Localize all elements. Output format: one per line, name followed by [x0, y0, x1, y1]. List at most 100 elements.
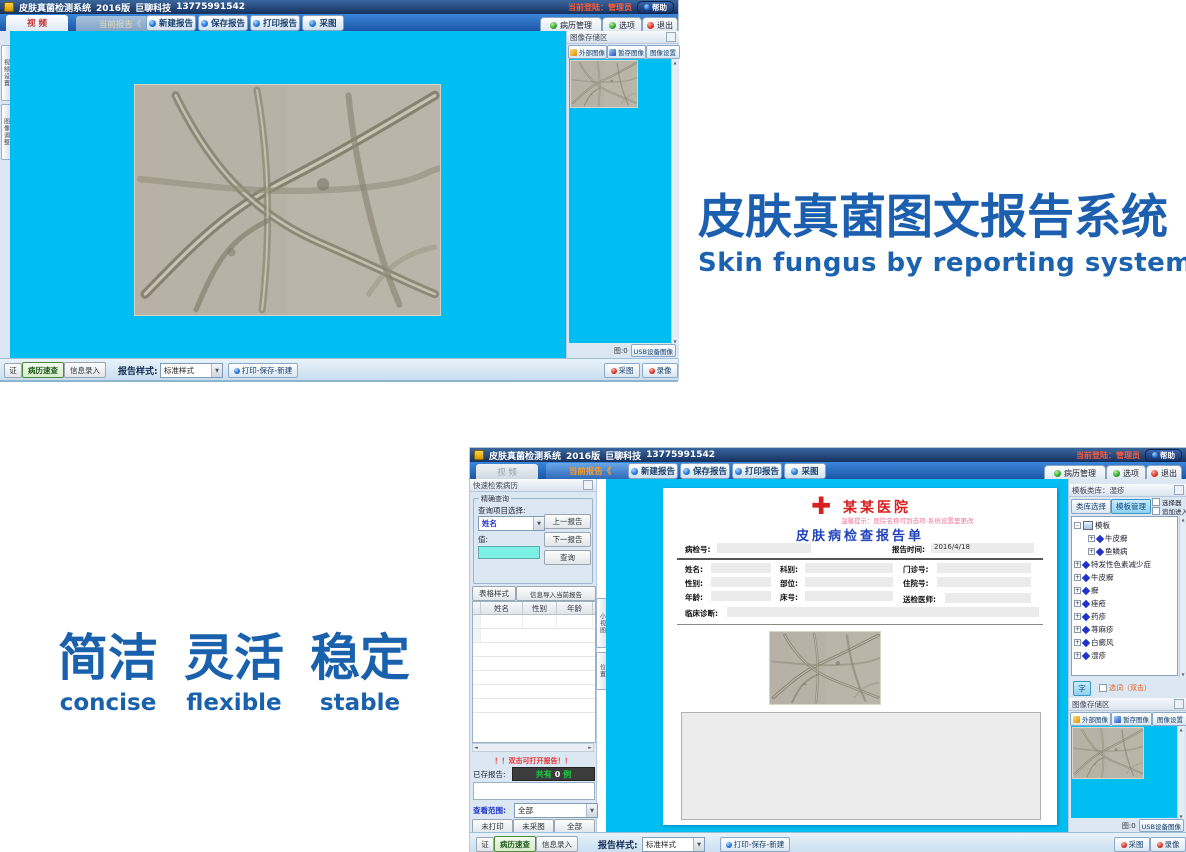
query-field-select[interactable]: 姓名▼ [478, 516, 545, 531]
tree-item[interactable]: +牛皮癣 [1072, 532, 1177, 545]
tree-expand-icon[interactable]: + [1074, 587, 1081, 594]
table-row[interactable] [473, 643, 595, 657]
tree-item[interactable]: +痤疮 [1072, 597, 1177, 610]
capture-button[interactable]: 采图 [302, 15, 344, 31]
table-row[interactable] [473, 685, 595, 699]
tree-expand-icon[interactable]: + [1074, 574, 1081, 581]
tree-item[interactable]: +湿疹 [1072, 649, 1177, 662]
print-report-button[interactable]: 打印报告 [732, 463, 782, 479]
tree-item[interactable]: +鱼鳞病 [1072, 545, 1177, 558]
table-hscrollbar[interactable]: ◄► [472, 743, 594, 752]
info-entry-button[interactable]: 信息录入 [536, 836, 578, 852]
next-report-button[interactable]: 下一报告 [544, 532, 591, 547]
record-video-button[interactable]: 录像 [1150, 837, 1186, 852]
save-report-button[interactable]: 保存报告 [680, 463, 730, 479]
tree-scrollbar[interactable]: ▲▼ [1179, 516, 1186, 678]
view-range-select[interactable]: 全部▼ [514, 803, 598, 818]
chevron-down-icon[interactable]: ▼ [211, 364, 222, 377]
tab-exit[interactable]: 退出 [1146, 465, 1182, 480]
tree-root[interactable]: -模板 [1072, 519, 1177, 532]
checkbox-icon[interactable] [1152, 507, 1160, 515]
tree-expand-icon[interactable]: + [1088, 548, 1095, 555]
new-report-button[interactable]: 新建报告 [628, 463, 678, 479]
tab-video[interactable]: 视 频 [476, 464, 538, 479]
library-select-button[interactable]: 类库选择 [1071, 499, 1111, 514]
quick-search-button[interactable]: 病历速查 [494, 836, 536, 852]
checkbox-icon[interactable] [1099, 684, 1107, 692]
temp-image-button[interactable]: 暂存图像 [607, 45, 646, 59]
external-image-button[interactable]: 外部图像 [1070, 712, 1111, 726]
new-report-button[interactable]: 新建报告 [146, 15, 196, 31]
print-save-new-button[interactable]: 打印-保存-新建 [720, 837, 790, 852]
import-to-report-button[interactable]: 信息导入当前报告 [516, 586, 596, 601]
report-time-field[interactable]: 2016/4/18 [931, 543, 1034, 553]
doctor-field[interactable] [945, 593, 1031, 603]
cert-button[interactable]: 证 [476, 837, 494, 852]
print-report-button[interactable]: 打印报告 [250, 15, 300, 31]
tree-expand-icon[interactable]: + [1074, 639, 1081, 646]
pick-word-checkbox[interactable]: 选词（双击） [1099, 683, 1151, 693]
tab-records-management[interactable]: 病历管理 [540, 17, 602, 32]
search-value-input[interactable] [478, 546, 540, 559]
capture-frame-button[interactable]: 采图 [1114, 837, 1150, 852]
save-report-button[interactable]: 保存报告 [198, 15, 248, 31]
table-row[interactable] [473, 699, 595, 713]
checkbox-icon[interactable] [1152, 498, 1160, 506]
store-scrollbar[interactable]: ▲▼ [1177, 726, 1184, 820]
chevron-down-icon[interactable]: ▼ [586, 804, 597, 817]
print-save-new-button[interactable]: 打印-保存-新建 [228, 363, 298, 378]
template-manage-button[interactable]: 模板管理 [1111, 499, 1151, 514]
scroll-right-icon[interactable]: ► [588, 745, 592, 751]
tree-collapse-icon[interactable]: - [1074, 522, 1081, 529]
stored-image-thumbnail[interactable] [1073, 728, 1143, 778]
scroll-left-icon[interactable]: ◄ [474, 745, 478, 751]
sex-field[interactable] [711, 577, 771, 587]
tab-records-management[interactable]: 病历管理 [1044, 465, 1106, 480]
clinic-no-field[interactable] [937, 563, 1031, 573]
part-field[interactable] [805, 577, 893, 587]
prev-report-button[interactable]: 上一报告 [544, 514, 591, 529]
report-style-select[interactable]: 标准样式▼ [160, 363, 223, 378]
tree-item[interactable]: +牛皮癣 [1072, 571, 1177, 584]
table-row[interactable] [473, 629, 595, 643]
temp-image-button[interactable]: 暂存图像 [1111, 712, 1152, 726]
inpatient-no-field[interactable] [937, 577, 1031, 587]
help-button[interactable]: 帮助 [1145, 449, 1182, 462]
tree-expand-icon[interactable]: + [1074, 561, 1081, 568]
exam-no-field[interactable] [717, 543, 811, 553]
tab-options[interactable]: 选项 [1106, 465, 1146, 480]
diagnosis-field[interactable] [727, 607, 1039, 617]
capture-frame-button[interactable]: 采图 [604, 363, 640, 378]
age-field[interactable] [711, 591, 771, 601]
cert-button[interactable]: 证 [4, 363, 22, 378]
tree-item[interactable]: +特发性色素减少症 [1072, 558, 1177, 571]
info-entry-button[interactable]: 信息录入 [64, 362, 106, 378]
tab-exit[interactable]: 退出 [642, 17, 678, 32]
tree-expand-icon[interactable]: + [1074, 613, 1081, 620]
close-icon[interactable] [583, 480, 593, 490]
help-button[interactable]: 帮助 [637, 1, 674, 14]
usb-device-button[interactable]: USB设备图像 [1139, 819, 1184, 832]
append-checkbox[interactable]: 追加进入 [1152, 506, 1186, 516]
report-text-area[interactable] [681, 712, 1041, 820]
bed-field[interactable] [805, 591, 893, 601]
dept-field[interactable] [805, 563, 893, 573]
tree-item[interactable]: +药疹 [1072, 610, 1177, 623]
scroll-up-icon[interactable]: ▲ [1179, 727, 1182, 732]
quick-search-button[interactable]: 病历速查 [22, 362, 64, 378]
table-row[interactable] [473, 657, 595, 671]
store-scrollbar[interactable]: ▲▼ [671, 59, 678, 345]
tree-expand-icon[interactable]: + [1088, 535, 1095, 542]
patient-table[interactable]: 姓名 性别 年龄 [472, 601, 596, 743]
collapse-icon[interactable] [1174, 485, 1184, 495]
scroll-up-icon[interactable]: ▲ [673, 60, 676, 65]
external-image-button[interactable]: 外部图像 [568, 45, 607, 59]
name-field[interactable] [711, 563, 771, 573]
tree-expand-icon[interactable]: + [1074, 652, 1081, 659]
scroll-down-icon[interactable]: ▼ [1181, 672, 1184, 677]
capture-button[interactable]: 采图 [784, 463, 826, 479]
word-button[interactable]: 字 [1073, 681, 1091, 696]
collapse-icon[interactable] [666, 32, 676, 42]
report-microscope-image[interactable] [770, 632, 880, 704]
report-style-select[interactable]: 标准样式▼ [642, 837, 705, 852]
